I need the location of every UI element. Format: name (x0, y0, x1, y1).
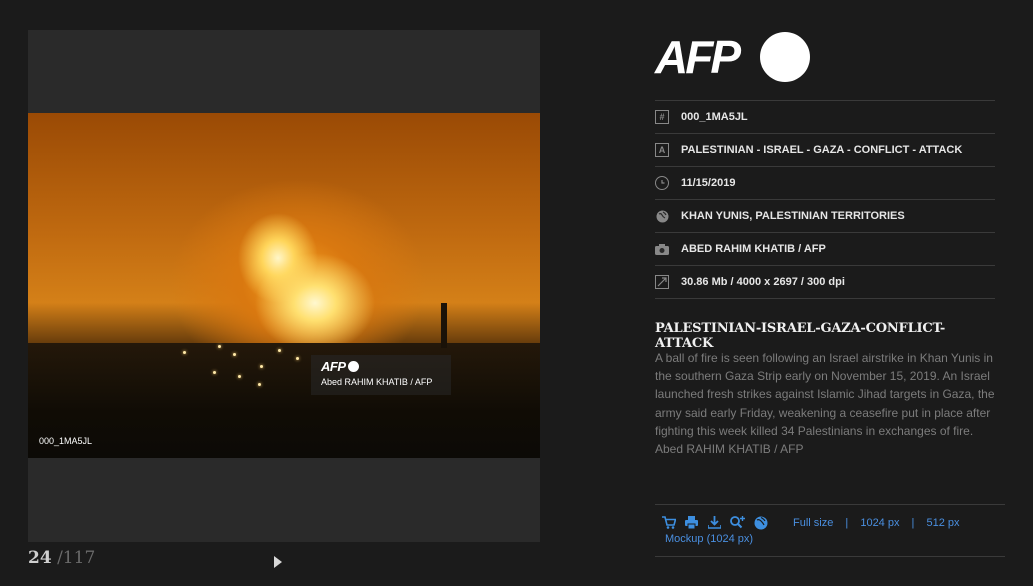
watermark-dot (348, 361, 359, 372)
size-512-link[interactable]: 512 px (926, 517, 959, 529)
metadata-list: # 000_1MA5JL A PALESTINIAN - ISRAEL - GA… (655, 100, 995, 299)
next-image-button[interactable] (274, 556, 282, 568)
watermark-credit: Abed RAHIM KHATIB / AFP (321, 377, 433, 387)
photo-caption: A ball of fire is seen following an Isra… (655, 351, 995, 457)
meta-file-info: 30.86 Mb / 4000 x 2697 / 300 dpi (681, 276, 845, 288)
counter-current: 24 (28, 548, 52, 568)
meta-photographer: ABED RAHIM KHATIB / AFP (681, 243, 826, 255)
meta-row-id: # 000_1MA5JL (655, 100, 995, 133)
camera-icon (655, 242, 669, 256)
meta-id: 000_1MA5JL (681, 111, 748, 123)
meta-row-location: KHAN YUNIS, PALESTINIAN TERRITORIES (655, 199, 995, 232)
counter-total: /117 (57, 548, 96, 568)
photo-headline: PALESTINIAN-ISRAEL-GAZA-CONFLICT-ATTACK (655, 321, 946, 351)
meta-date: 11/15/2019 (681, 177, 736, 189)
size-1024-link[interactable]: 1024 px (860, 517, 899, 529)
action-icons (661, 516, 768, 533)
photo-tower (441, 303, 447, 348)
photo-ground (28, 343, 540, 458)
clock-icon (655, 176, 669, 190)
image-counter: 24 /117 (28, 548, 95, 568)
watermark-logo: AFP (321, 359, 346, 374)
print-icon[interactable] (684, 516, 699, 533)
text-icon: A (655, 143, 669, 157)
size-links: Full size | 1024 px | 512 px (793, 517, 960, 529)
meta-row-date: 11/15/2019 (655, 166, 995, 199)
photo-watermark: AFP Abed RAHIM KHATIB / AFP (311, 355, 451, 395)
image-viewer: AFP Abed RAHIM KHATIB / AFP 000_1MA5JL (28, 30, 540, 542)
main-photo[interactable]: AFP Abed RAHIM KHATIB / AFP 000_1MA5JL (28, 113, 540, 458)
full-size-link[interactable]: Full size (793, 517, 833, 529)
globe-icon[interactable] (753, 516, 768, 533)
hash-icon: # (655, 110, 669, 124)
meta-row-keywords: A PALESTINIAN - ISRAEL - GAZA - CONFLICT… (655, 133, 995, 166)
globe-location-icon (655, 209, 669, 223)
separator: | (845, 517, 849, 529)
mockup-link[interactable]: Mockup (1024 px) (665, 533, 753, 545)
resize-icon (655, 275, 669, 289)
photo-id-overlay: 000_1MA5JL (39, 436, 93, 446)
meta-location: KHAN YUNIS, PALESTINIAN TERRITORIES (681, 210, 905, 222)
cart-icon[interactable] (661, 516, 677, 533)
logo-dot (760, 32, 810, 82)
download-panel: Full size | 1024 px | 512 px Mockup (102… (655, 504, 1005, 557)
zoom-icon[interactable] (730, 516, 745, 533)
separator: | (911, 517, 915, 529)
logo-text: AFP (655, 31, 741, 83)
meta-row-photographer: ABED RAHIM KHATIB / AFP (655, 232, 995, 265)
meta-keywords: PALESTINIAN - ISRAEL - GAZA - CONFLICT -… (681, 144, 963, 156)
download-icon[interactable] (707, 516, 722, 533)
meta-row-file-info: 30.86 Mb / 4000 x 2697 / 300 dpi (655, 265, 995, 299)
